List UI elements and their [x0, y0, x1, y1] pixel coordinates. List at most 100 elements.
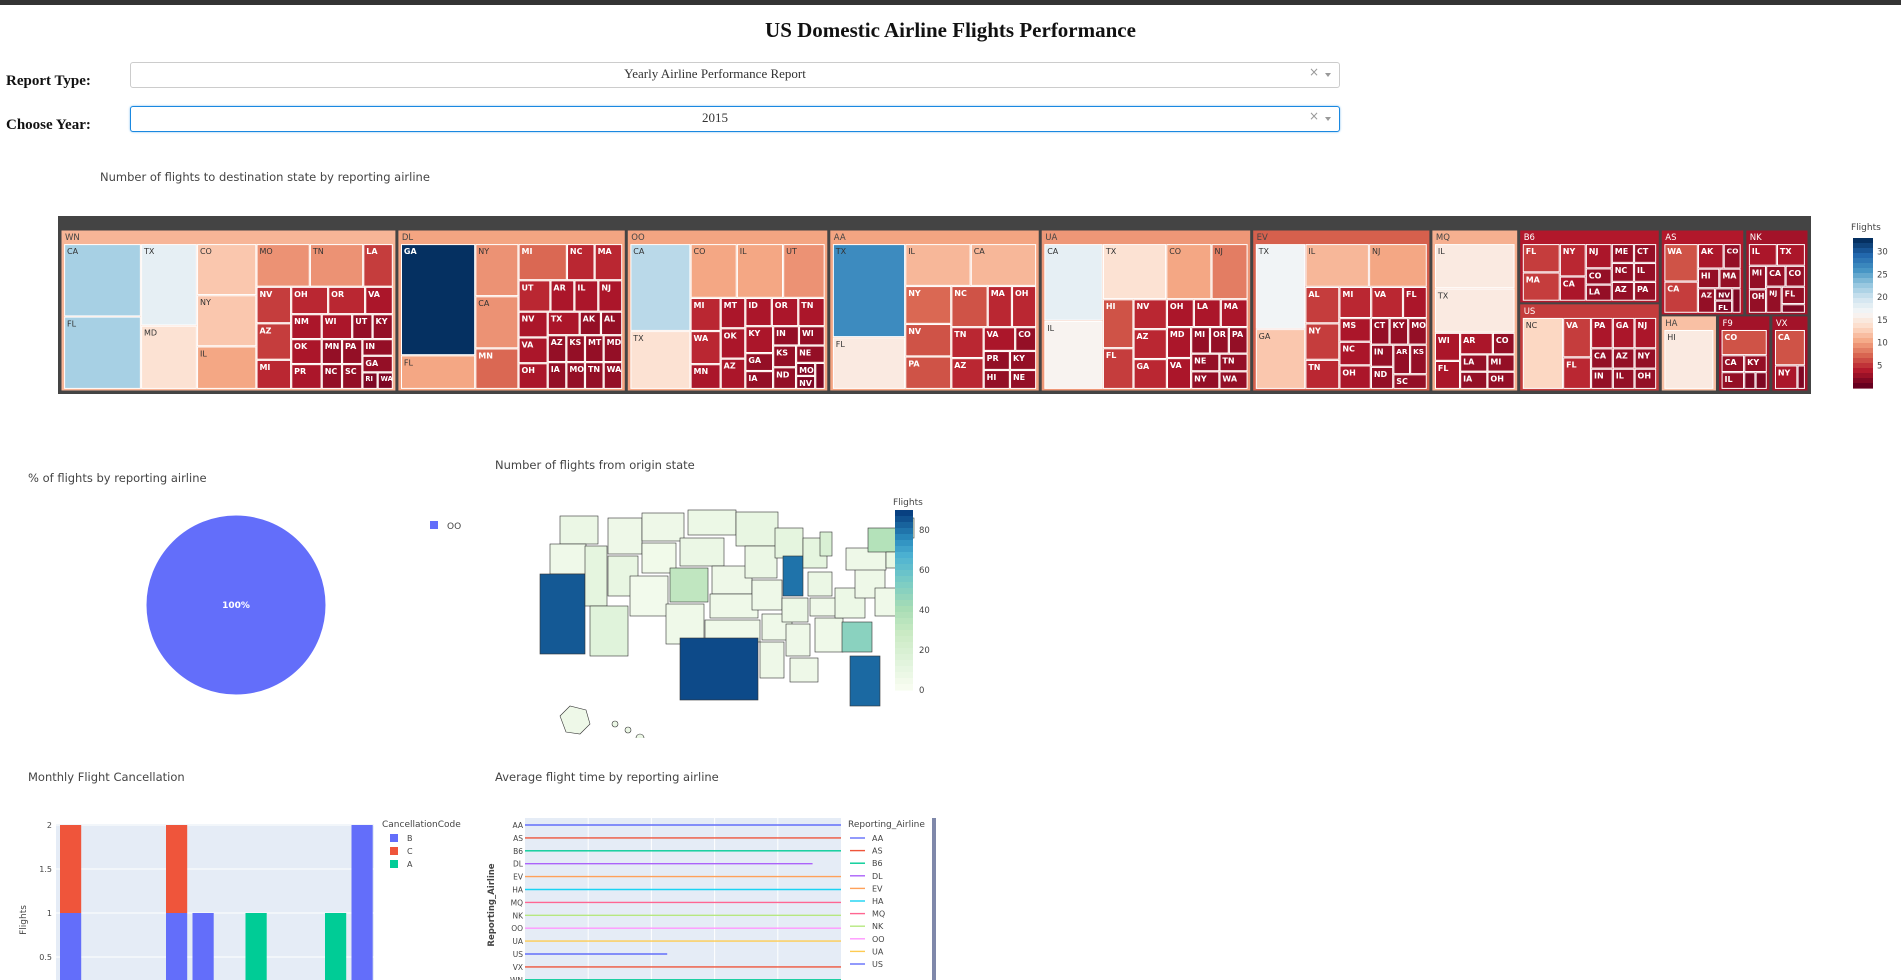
line-ytick: EV — [513, 873, 524, 882]
bar-segment-b[interactable] — [60, 913, 82, 980]
state-shape[interactable] — [807, 571, 833, 597]
line-ytick: NK — [512, 911, 524, 920]
state-shape[interactable] — [785, 623, 811, 657]
treemap-cell-label: NV — [908, 327, 922, 336]
treemap-cell[interactable] — [815, 363, 825, 389]
treemap-cell-label: OH — [1638, 372, 1652, 381]
state-shape[interactable] — [539, 573, 586, 655]
treemap-cell-label: NY — [1308, 326, 1321, 335]
treemap-cell[interactable] — [1255, 244, 1306, 329]
colorbar-segment — [895, 600, 913, 607]
state-shape[interactable] — [849, 655, 881, 707]
report-type-dropdown[interactable]: Yearly Airline Performance Report × — [130, 62, 1340, 88]
year-dropdown[interactable]: 2015 × — [130, 106, 1340, 132]
colorbar-tick: 15 — [1877, 316, 1888, 326]
line-chart[interactable]: AA AS B6 DL EV HA MQ NK OO UA US VX WN Reporting_Airl… — [480, 800, 940, 980]
state-shape[interactable] — [735, 511, 779, 547]
legend-swatch[interactable] — [430, 521, 438, 529]
treemap-cell[interactable] — [1732, 288, 1741, 313]
line-legend-label: B6 — [872, 859, 883, 868]
colorbar-segment — [1853, 383, 1873, 389]
state-shape[interactable] — [679, 537, 725, 567]
treemap-cell[interactable] — [832, 244, 906, 338]
line-ytick: UA — [512, 937, 523, 946]
colorbar-segment — [895, 540, 913, 547]
state-shape[interactable] — [841, 621, 873, 653]
state-shape[interactable] — [687, 509, 737, 536]
clear-icon[interactable]: × — [1309, 65, 1319, 79]
state-shape[interactable] — [679, 637, 759, 701]
treemap-cell-label: KY — [1013, 354, 1025, 363]
treemap-cell[interactable] — [1755, 372, 1767, 389]
state-shape[interactable] — [589, 605, 629, 657]
state-shape[interactable] — [669, 567, 709, 603]
legend-scrollbar[interactable] — [932, 818, 936, 980]
bar-chart[interactable]: 2 1.5 1 0.5 Flights CancellationCode BCA — [0, 800, 480, 980]
treemap-cell-label: VA — [522, 340, 535, 349]
pie-chart[interactable]: 100% OO — [0, 495, 480, 745]
bar-segment-b[interactable] — [351, 825, 373, 980]
state-shape[interactable] — [774, 527, 804, 559]
treemap-cell-label: KS — [1413, 347, 1424, 356]
state-shape[interactable] — [782, 555, 804, 597]
treemap-cell[interactable] — [141, 244, 197, 326]
treemap-cell-label: NY — [478, 247, 489, 256]
chevron-down-icon[interactable] — [1325, 117, 1331, 121]
treemap-cell[interactable] — [905, 244, 971, 286]
treemap-cell-label: OH — [1015, 289, 1029, 298]
state-shape-hawaii[interactable] — [624, 726, 632, 734]
state-shape[interactable] — [789, 657, 819, 683]
bar-segment-a[interactable] — [325, 913, 347, 980]
treemap-cell[interactable] — [400, 244, 476, 356]
treemap-cell-label: IN — [1594, 372, 1604, 381]
state-shape[interactable] — [781, 597, 809, 623]
treemap-cell-label: PR — [294, 367, 306, 376]
treemap-cell-label: PA — [1594, 321, 1606, 330]
us-map[interactable] — [539, 509, 915, 738]
state-shape[interactable] — [641, 512, 685, 542]
treemap-cell-label: UT — [522, 283, 534, 292]
state-shape[interactable] — [559, 515, 599, 545]
bar-segment-c[interactable] — [60, 825, 82, 913]
bar-legend-swatch[interactable] — [390, 860, 398, 868]
treemap-cell-label: PA — [1637, 285, 1649, 294]
state-shape-hawaii[interactable] — [635, 733, 645, 738]
bar-legend-swatch[interactable] — [390, 847, 398, 855]
state-shape[interactable] — [814, 617, 844, 653]
state-shape[interactable] — [744, 545, 778, 579]
state-shape[interactable] — [709, 593, 759, 619]
state-shape-alaska[interactable] — [559, 705, 591, 735]
bar-segment-a[interactable] — [245, 913, 267, 980]
bar-segment-b[interactable] — [166, 913, 188, 980]
treemap-cell-label: NV — [1718, 291, 1730, 300]
colorbar-segment — [895, 678, 913, 685]
bar-segment-c[interactable] — [166, 825, 188, 913]
treemap-cell-label: AZ — [259, 326, 271, 335]
treemap-cell-label: WI — [325, 317, 337, 326]
state-shape[interactable] — [549, 543, 587, 575]
treemap-cell[interactable] — [1797, 365, 1805, 389]
state-shape[interactable] — [819, 531, 833, 557]
bar-legend-swatch[interactable] — [390, 834, 398, 842]
report-type-value: Yearly Airline Performance Report — [624, 66, 806, 81]
map-colorbar-tick: 0 — [919, 686, 924, 696]
state-shape[interactable] — [751, 579, 783, 611]
state-shape[interactable] — [759, 641, 785, 679]
state-shape[interactable] — [629, 575, 669, 617]
treemap-cell[interactable] — [1744, 372, 1756, 389]
chevron-down-icon[interactable] — [1325, 73, 1331, 77]
treemap-cell-label: WA — [607, 365, 622, 374]
treemap-cell[interactable] — [1305, 244, 1369, 287]
state-shape[interactable] — [607, 517, 643, 555]
state-shape-hawaii[interactable] — [611, 720, 619, 728]
clear-icon[interactable]: × — [1309, 109, 1319, 123]
treemap-cell[interactable] — [630, 244, 691, 331]
state-shape[interactable] — [584, 545, 608, 607]
treemap-cell-label: OH — [1490, 375, 1504, 384]
bar-segment-b[interactable] — [192, 913, 214, 980]
state-shape[interactable] — [867, 527, 899, 553]
treemap-cell[interactable] — [1781, 304, 1805, 313]
line-legend-label: DL — [872, 872, 883, 881]
treemap-cell[interactable] — [1434, 244, 1515, 289]
choropleth-map[interactable]: Flights 80 60 40 20 0 — [490, 488, 950, 738]
